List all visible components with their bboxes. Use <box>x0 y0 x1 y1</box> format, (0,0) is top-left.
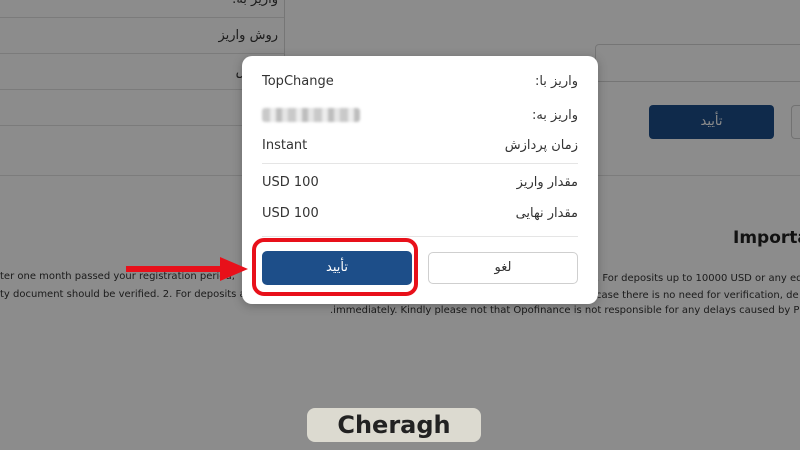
label-deposit-to: واریز به: <box>531 108 578 123</box>
label-processing-time: زمان پردازش <box>504 138 578 153</box>
value-deposit-with: TopChange <box>262 74 334 89</box>
value-deposit-to-masked <box>262 108 360 126</box>
value-deposit-amount: USD 100 <box>262 175 319 190</box>
row-deposit-to: واریز به: <box>262 101 578 131</box>
value-final-amount: USD 100 <box>262 206 319 221</box>
pointer-arrow-icon <box>126 257 248 281</box>
row-processing-time: زمان پردازش Instant <box>262 131 578 161</box>
label-deposit-amount: مقدار واریز <box>516 175 578 190</box>
row-deposit-amount: مقدار واریز USD 100 <box>262 168 578 198</box>
watermark-logo: Cheragh <box>307 408 481 442</box>
cancel-button[interactable]: لغو <box>428 252 578 284</box>
row-final-amount: مقدار نهایی USD 100 <box>262 199 578 229</box>
modal-divider-bottom <box>262 236 578 237</box>
confirm-highlight-outline <box>252 238 418 296</box>
row-deposit-with: واریز با: TopChange <box>262 67 578 97</box>
value-processing-time: Instant <box>262 138 308 153</box>
blurred-account-number <box>262 108 360 122</box>
watermark-text: Cheragh <box>337 411 451 439</box>
label-final-amount: مقدار نهایی <box>515 206 578 221</box>
label-deposit-with: واریز با: <box>534 74 578 89</box>
modal-divider <box>262 163 578 164</box>
